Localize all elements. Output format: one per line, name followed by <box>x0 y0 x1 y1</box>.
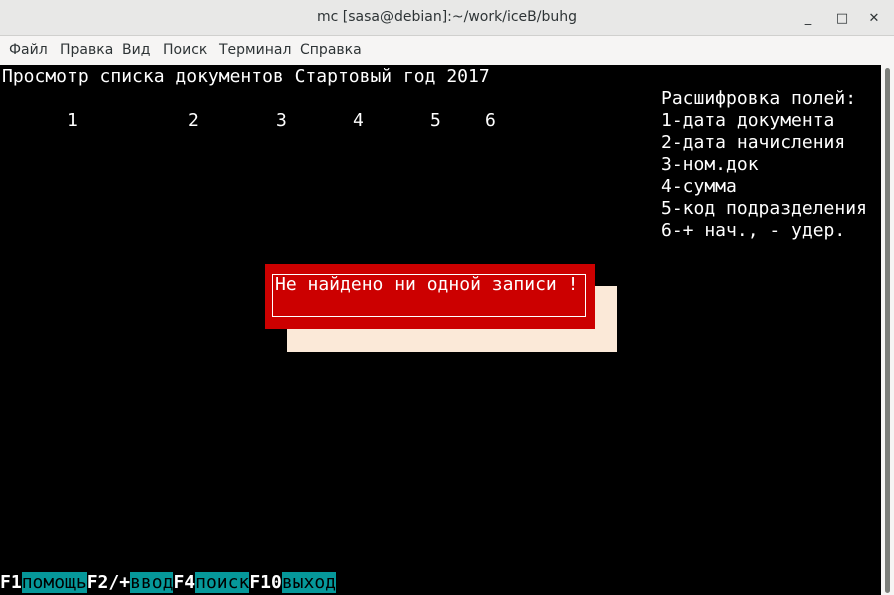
minimize-icon[interactable]: _ <box>798 8 818 28</box>
message-dialog[interactable]: Не найдено ни одной записи ! <box>265 264 595 329</box>
close-icon[interactable]: ✕ <box>864 8 884 28</box>
legend-item: 1-дата документа <box>661 110 835 131</box>
fkey-f1-label[interactable]: помощь <box>21 572 87 593</box>
scrollbar[interactable] <box>881 65 894 595</box>
menu-item-file[interactable]: Файл <box>9 42 48 58</box>
column-number-5: 5 <box>430 110 441 131</box>
menu-item-terminal[interactable]: Терминал <box>219 42 291 58</box>
scrollbar-thumb[interactable] <box>885 68 890 593</box>
legend-title: Расшифровка полей: <box>661 88 857 109</box>
window-titlebar: mc [sasa@debian]:~/work/iceB/buhg _ □ ✕ <box>0 0 894 36</box>
terminal-area[interactable]: Просмотр списка документов Стартовый год… <box>0 65 881 595</box>
fkey-f2-label[interactable]: ввод <box>130 572 174 593</box>
legend-item: 4-сумма <box>661 176 737 197</box>
column-number-4: 4 <box>353 110 364 131</box>
menu-item-view[interactable]: Вид <box>122 42 150 58</box>
maximize-icon[interactable]: □ <box>832 8 852 28</box>
menu-item-search[interactable]: Поиск <box>163 42 207 58</box>
fkey-f10[interactable]: F10 <box>249 572 282 593</box>
column-number-1: 1 <box>67 110 78 131</box>
fkey-f1[interactable]: F1 <box>0 572 22 593</box>
column-number-6: 6 <box>485 110 496 131</box>
screen-header: Просмотр списка документов Стартовый год… <box>2 66 490 87</box>
menu-item-help[interactable]: Справка <box>300 42 362 58</box>
function-key-bar: F1помощьF2/+вводF4поискF10выход <box>0 572 337 594</box>
fkey-f4[interactable]: F4 <box>173 572 195 593</box>
fkey-f10-label[interactable]: выход <box>281 572 337 593</box>
fkey-f2[interactable]: F2/+ <box>87 572 130 593</box>
menu-bar: Файл Правка Вид Поиск Терминал Справка <box>0 36 894 65</box>
column-number-2: 2 <box>188 110 199 131</box>
legend-item: 5-код подразделения <box>661 198 867 219</box>
fkey-f4-label[interactable]: поиск <box>195 572 250 593</box>
legend-item: 2-дата начисления <box>661 132 846 153</box>
column-number-3: 3 <box>276 110 287 131</box>
legend-item: 6-+ нач., - удер. <box>661 220 846 241</box>
window-title: mc [sasa@debian]:~/work/iceB/buhg <box>317 9 577 25</box>
legend-item: 3-ном.док <box>661 154 759 175</box>
dialog-message: Не найдено ни одной записи ! <box>275 274 579 295</box>
menu-item-edit[interactable]: Правка <box>60 42 113 58</box>
